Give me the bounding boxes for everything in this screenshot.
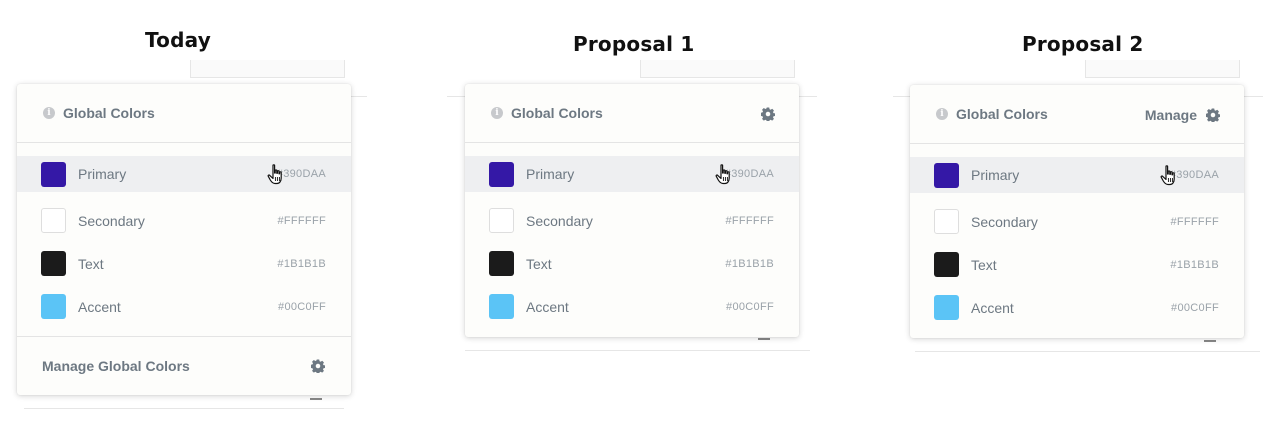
color-name: Accent <box>526 298 569 315</box>
color-swatch-text[interactable] <box>489 251 514 276</box>
color-name: Accent <box>78 298 121 315</box>
color-row-secondary[interactable]: Secondary #FFFFFF <box>910 200 1244 243</box>
background-mark <box>1204 340 1216 342</box>
color-hex: #1B1B1B <box>1170 258 1219 271</box>
color-hex: #1B1B1B <box>277 257 326 270</box>
color-hex: #FFFFFF <box>1170 215 1219 228</box>
color-row-text[interactable]: Text #1B1B1B <box>17 242 351 285</box>
global-colors-panel-proposal-2: i Global Colors Manage Primary #390DAA S… <box>910 85 1244 338</box>
color-swatch-primary[interactable] <box>489 161 514 187</box>
manage-button[interactable]: Manage <box>1145 107 1197 123</box>
info-icon[interactable]: i <box>43 107 55 119</box>
color-row-text[interactable]: Text #1B1B1B <box>465 242 799 285</box>
color-swatch-secondary[interactable] <box>489 208 514 233</box>
color-name: Secondary <box>78 212 145 229</box>
background-input <box>1085 60 1240 78</box>
color-row-secondary[interactable]: Secondary #FFFFFF <box>17 199 351 242</box>
color-swatch-secondary[interactable] <box>41 208 66 233</box>
gear-icon[interactable] <box>1206 107 1220 122</box>
color-hex: #00C0FF <box>1171 301 1219 314</box>
heading-proposal-2: Proposal 2 <box>1022 32 1144 56</box>
info-icon[interactable]: i <box>936 108 948 120</box>
color-hex: #00C0FF <box>278 300 326 313</box>
background-divider <box>915 351 1260 352</box>
color-row-primary[interactable]: Primary #390DAA <box>17 156 351 192</box>
color-swatch-accent[interactable] <box>41 294 66 319</box>
color-hex: #1B1B1B <box>725 257 774 270</box>
color-list: Primary #390DAA Secondary #FFFFFF Text #… <box>465 143 799 328</box>
color-row-accent[interactable]: Accent #00C0FF <box>910 286 1244 329</box>
color-hex: #00C0FF <box>726 300 774 313</box>
color-list: Primary #390DAA Secondary #FFFFFF Text #… <box>17 143 351 328</box>
color-swatch-accent[interactable] <box>934 295 959 320</box>
color-swatch-primary[interactable] <box>934 162 959 188</box>
global-colors-panel-today: i Global Colors Primary #390DAA Secondar… <box>17 84 351 395</box>
background-mark <box>758 338 770 340</box>
background-input <box>190 60 345 78</box>
color-name: Primary <box>971 167 1020 183</box>
color-swatch-text[interactable] <box>41 251 66 276</box>
header-actions <box>761 84 775 143</box>
color-row-accent[interactable]: Accent #00C0FF <box>465 285 799 328</box>
panel-title: Global Colors <box>511 105 603 121</box>
color-name: Primary <box>526 166 575 182</box>
color-row-accent[interactable]: Accent #00C0FF <box>17 285 351 328</box>
global-colors-panel-proposal-1: i Global Colors Primary #390DAA Secondar… <box>465 84 799 337</box>
heading-today: Today <box>145 28 211 52</box>
background-divider <box>465 350 810 351</box>
color-swatch-primary[interactable] <box>41 161 66 187</box>
background-divider <box>24 408 344 409</box>
color-row-text[interactable]: Text #1B1B1B <box>910 243 1244 286</box>
color-row-secondary[interactable]: Secondary #FFFFFF <box>465 199 799 242</box>
heading-proposal-1: Proposal 1 <box>573 32 695 56</box>
color-name: Text <box>971 256 997 273</box>
header-actions[interactable]: Manage <box>1145 85 1220 144</box>
panel-title: Global Colors <box>956 106 1048 122</box>
gear-icon[interactable] <box>311 359 325 373</box>
color-list: Primary #390DAA Secondary #FFFFFF Text #… <box>910 144 1244 329</box>
color-name: Text <box>526 255 552 272</box>
color-row-primary[interactable]: Primary #390DAA <box>465 156 799 192</box>
info-icon[interactable]: i <box>491 107 503 119</box>
hand-cursor-icon <box>267 164 282 185</box>
color-swatch-accent[interactable] <box>489 294 514 319</box>
hand-cursor-icon <box>1160 165 1175 186</box>
gear-icon[interactable] <box>761 106 775 121</box>
panel-header: i Global Colors Manage <box>910 85 1244 144</box>
color-row-primary[interactable]: Primary #390DAA <box>910 157 1244 193</box>
manage-global-colors-link[interactable]: Manage Global Colors <box>42 358 311 374</box>
color-name: Secondary <box>971 213 1038 230</box>
panel-header: i Global Colors <box>17 84 351 143</box>
hand-cursor-icon <box>715 164 730 185</box>
color-hex: #FFFFFF <box>725 214 774 227</box>
color-name: Secondary <box>526 212 593 229</box>
panel-header: i Global Colors <box>465 84 799 143</box>
color-name: Primary <box>78 166 127 182</box>
color-name: Text <box>78 255 104 272</box>
color-swatch-secondary[interactable] <box>934 209 959 234</box>
panel-title: Global Colors <box>63 105 155 121</box>
color-name: Accent <box>971 299 1014 316</box>
background-input <box>640 60 795 78</box>
background-mark <box>310 398 322 400</box>
manage-global-colors-footer[interactable]: Manage Global Colors <box>17 336 351 395</box>
color-swatch-text[interactable] <box>934 252 959 277</box>
color-hex: #FFFFFF <box>277 214 326 227</box>
